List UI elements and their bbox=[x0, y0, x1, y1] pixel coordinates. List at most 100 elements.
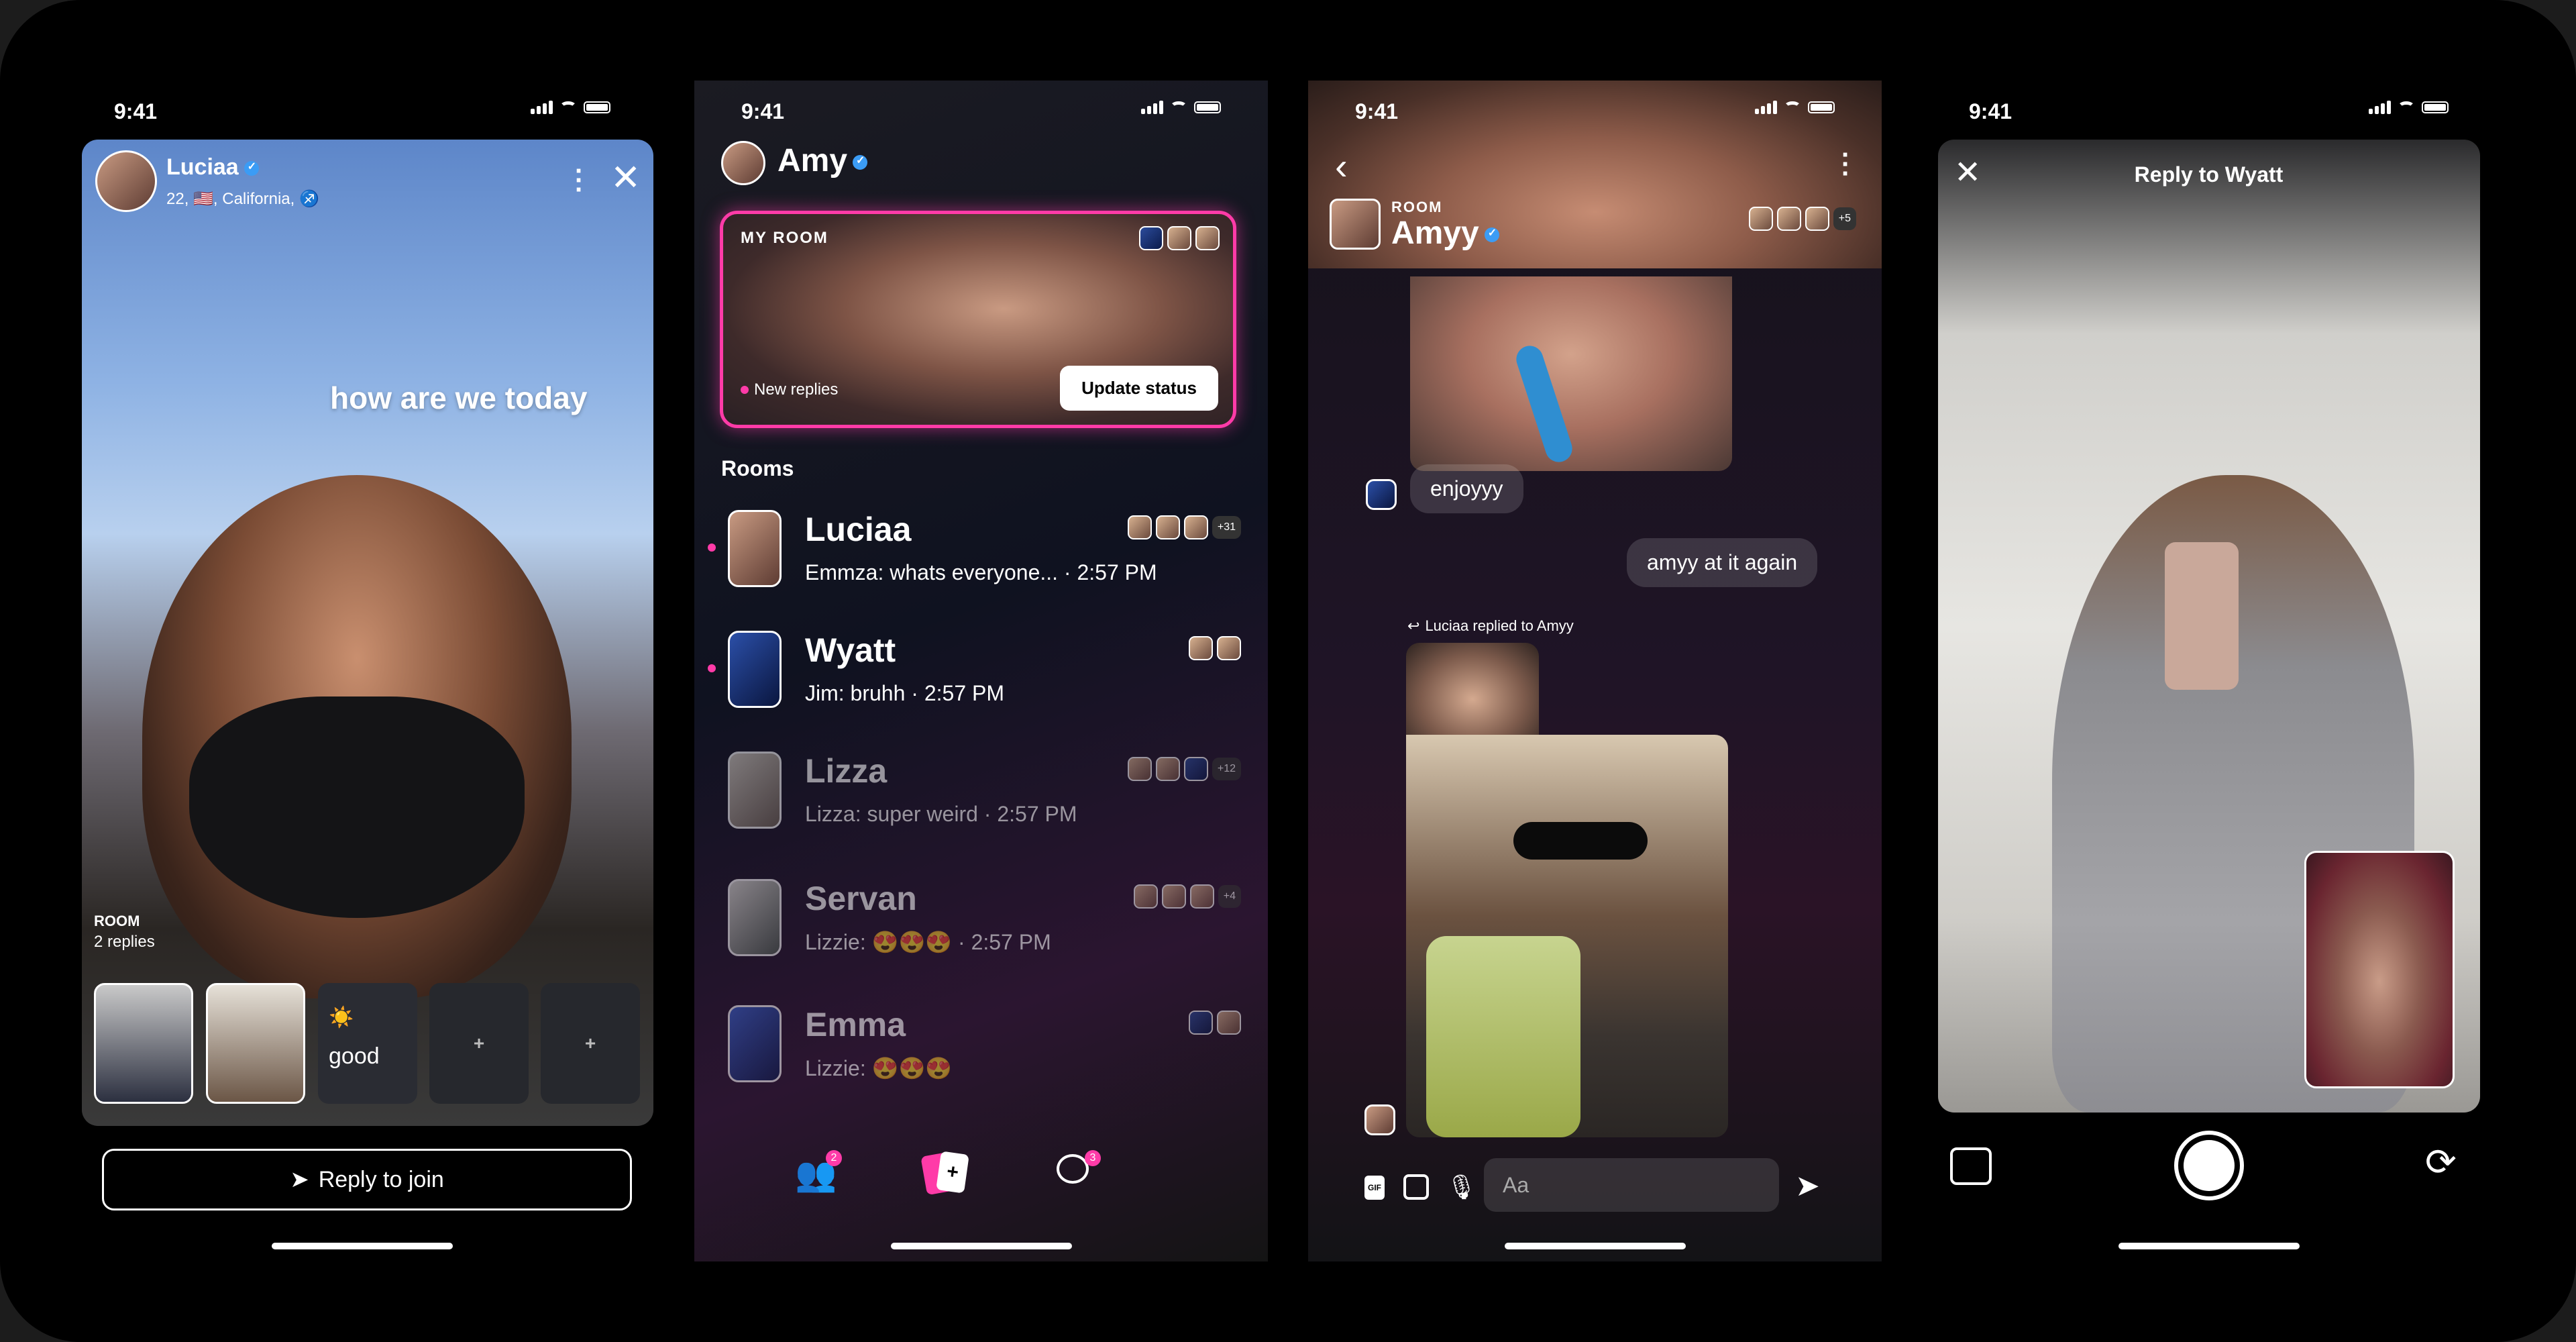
member-avatar bbox=[1167, 226, 1191, 250]
more-icon[interactable]: · · · bbox=[575, 158, 584, 203]
verified-icon bbox=[1484, 226, 1499, 243]
status-tile[interactable]: ☀️ good bbox=[318, 983, 417, 1104]
status-icons bbox=[531, 101, 610, 114]
member-avatar bbox=[1189, 1011, 1213, 1035]
room-name[interactable]: Amyy bbox=[1391, 215, 1499, 252]
reply-thumb-1[interactable] bbox=[94, 983, 193, 1104]
add-reply-slot[interactable]: + bbox=[541, 983, 640, 1104]
add-reply-slot[interactable]: + bbox=[429, 983, 529, 1104]
shutter-inner bbox=[2184, 1140, 2235, 1191]
story-caption: how are we today bbox=[330, 380, 588, 415]
status-time: 9:41 bbox=[114, 99, 158, 123]
status-bar: 9:41 bbox=[1922, 81, 2496, 141]
pip-preview[interactable] bbox=[2304, 851, 2455, 1088]
battery-icon bbox=[1808, 101, 1835, 113]
flip-camera-icon[interactable]: ⟳ bbox=[2425, 1143, 2457, 1181]
member-avatar bbox=[1183, 757, 1208, 781]
member-avatar bbox=[1161, 884, 1186, 909]
tab-bar: 👥 2 + 3 bbox=[694, 1141, 1268, 1221]
member-count: +31 bbox=[1212, 516, 1241, 539]
straw-shape bbox=[1513, 342, 1576, 466]
send-icon[interactable]: ➤ bbox=[1795, 1169, 1820, 1203]
my-room-card[interactable]: MY ROOM New replies Update status bbox=[720, 211, 1236, 428]
reply-arrow-icon: ↩ bbox=[1407, 617, 1420, 634]
room-name: Wyatt bbox=[805, 631, 896, 669]
wifi-icon bbox=[1170, 101, 1187, 113]
member-avatar bbox=[1155, 515, 1180, 539]
sun-icon: ☀️ bbox=[329, 1007, 354, 1029]
room-row-servan[interactable]: Servan Lizzie: 😍😍😍 · 2:57 PM +4 bbox=[721, 879, 1241, 980]
sender-avatar bbox=[1366, 479, 1397, 510]
gallery-icon[interactable] bbox=[1950, 1147, 1992, 1185]
member-avatar bbox=[1217, 636, 1241, 660]
wifi-icon bbox=[2398, 101, 2415, 113]
tab-chats[interactable]: 3 bbox=[1057, 1150, 1101, 1194]
send-icon: ➤ bbox=[290, 1167, 309, 1192]
member-avatar bbox=[1195, 226, 1220, 250]
user-avatar[interactable] bbox=[95, 150, 157, 212]
back-icon[interactable]: ‹ bbox=[1335, 148, 1348, 185]
room-last-message: Lizza: super weird · 2:57 PM bbox=[805, 802, 1077, 826]
room-name: Servan bbox=[805, 880, 917, 917]
chats-badge: 3 bbox=[1085, 1150, 1101, 1166]
room-row-wyatt[interactable]: Wyatt Jim: bruhh · 2:57 PM bbox=[708, 631, 1241, 731]
room-members bbox=[1135, 226, 1220, 254]
room-name: Luciaa bbox=[805, 511, 912, 548]
status-icons bbox=[1755, 101, 1835, 114]
profile-avatar[interactable] bbox=[721, 141, 765, 185]
chat-photo-1[interactable] bbox=[1410, 276, 1732, 471]
camera-title: Reply to Wyatt bbox=[2134, 162, 2284, 187]
verified-icon bbox=[853, 154, 868, 170]
story-photo[interactable] bbox=[82, 140, 653, 1126]
sender-avatar bbox=[1364, 1104, 1395, 1135]
home-indicator bbox=[2118, 1243, 2300, 1249]
gif-icon[interactable]: GIF bbox=[1364, 1176, 1385, 1200]
cards-icon-front: + bbox=[936, 1151, 969, 1194]
status-time: 9:41 bbox=[1355, 99, 1399, 123]
user-name[interactable]: Luciaa bbox=[166, 154, 259, 180]
room-avatar[interactable] bbox=[1330, 199, 1381, 250]
photo-stack-icon[interactable] bbox=[1403, 1174, 1429, 1200]
reply-to-join-button[interactable]: ➤ Reply to join bbox=[102, 1149, 632, 1210]
tab-friends[interactable]: 👥 2 bbox=[795, 1150, 842, 1194]
sunglasses-shape bbox=[1513, 822, 1648, 860]
status-time: 9:41 bbox=[741, 99, 785, 123]
new-replies-dot bbox=[741, 386, 749, 394]
wifi-icon bbox=[1784, 101, 1801, 113]
member-avatar bbox=[1133, 884, 1158, 909]
reply-thumb-2[interactable] bbox=[206, 983, 305, 1104]
my-room-label: MY ROOM bbox=[741, 229, 828, 247]
member-avatar bbox=[1189, 636, 1213, 660]
status-tile-text: good bbox=[329, 1043, 380, 1069]
room-row-emma[interactable]: Emma Lizzie: 😍😍😍 bbox=[721, 1005, 1241, 1106]
room-row-luciaa[interactable]: Luciaa Emmza: whats everyone... · 2:57 P… bbox=[708, 510, 1241, 611]
room-row-lizza[interactable]: Lizza Lizza: super weird · 2:57 PM +12 bbox=[721, 752, 1241, 852]
room-thumbnail bbox=[728, 879, 782, 956]
replied-photo[interactable] bbox=[1406, 643, 1539, 737]
phone-shape bbox=[2165, 542, 2239, 690]
verified-icon bbox=[244, 160, 259, 176]
home-indicator bbox=[1504, 1243, 1686, 1249]
shutter-button[interactable] bbox=[2174, 1131, 2244, 1200]
friends-badge: 2 bbox=[826, 1150, 842, 1166]
more-icon[interactable]: · · · bbox=[1841, 142, 1850, 187]
status-bar: 9:41 bbox=[67, 81, 657, 141]
member-count: +5 bbox=[1833, 207, 1856, 230]
screen-room-chat: 9:41 ‹ ··· ROOM Amyy +5 enjoyyy amyy at … bbox=[1308, 81, 1882, 1261]
battery-icon bbox=[2422, 101, 2449, 113]
member-avatar bbox=[1127, 757, 1152, 781]
profile-name[interactable]: Amy bbox=[777, 142, 868, 179]
member-avatar bbox=[1127, 515, 1152, 539]
screen-rooms-list: 9:41 Amy MY ROOM New replies Update stat… bbox=[694, 81, 1268, 1261]
room-members bbox=[1185, 636, 1241, 660]
tab-create[interactable]: + bbox=[920, 1150, 969, 1197]
reply-note: ↩ Luciaa replied to Amyy bbox=[1407, 617, 1574, 634]
update-status-button[interactable]: Update status bbox=[1060, 366, 1218, 411]
unread-dot bbox=[708, 544, 716, 552]
message-bubble-own: amyy at it again bbox=[1627, 538, 1818, 587]
message-input[interactable]: Aa bbox=[1484, 1158, 1779, 1212]
chat-photo-2[interactable] bbox=[1406, 735, 1728, 1137]
reply-to-join-label: Reply to join bbox=[318, 1167, 444, 1192]
close-icon[interactable]: ✕ bbox=[610, 160, 641, 196]
microphone-icon[interactable]: 🎙 bbox=[1446, 1173, 1477, 1201]
